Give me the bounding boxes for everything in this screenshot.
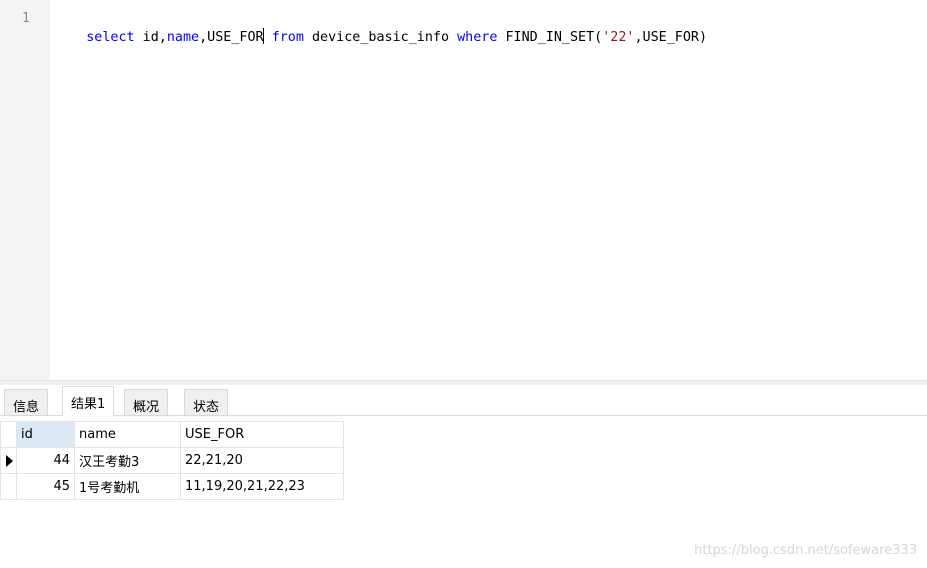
watermark-text: https://blog.csdn.net/sofeware333 — [694, 543, 917, 558]
table-row[interactable]: 45 1号考勤机 11,19,20,21,22,23 — [0, 473, 344, 500]
keyword-select: select — [86, 30, 135, 45]
code-text: id, — [134, 30, 167, 45]
code-text: FIND_IN_SET( — [497, 30, 603, 45]
column-header-id[interactable]: id — [16, 421, 75, 448]
code-text: ,USE_FOR) — [634, 30, 708, 45]
result-tab-bar: 信息 结果1 概况 状态 — [0, 385, 927, 416]
table-row[interactable]: 44 汉王考勤3 22,21,20 — [0, 447, 344, 474]
keyword-where: where — [457, 30, 498, 45]
sql-editor[interactable]: 1 select id,name,USE_FOR from device_bas… — [0, 0, 927, 380]
tab-result-1[interactable]: 结果1 — [62, 386, 115, 416]
code-text: device_basic_info — [303, 30, 458, 45]
current-row-marker — [0, 447, 17, 474]
string-literal: '22' — [602, 30, 635, 45]
sql-code-line[interactable]: select id,name,USE_FOR from device_basic… — [54, 10, 707, 65]
keyword-from: from — [271, 30, 304, 45]
cell-use-for[interactable]: 22,21,20 — [180, 447, 344, 474]
cell-id[interactable]: 44 — [16, 447, 75, 474]
cell-id[interactable]: 45 — [16, 473, 75, 500]
code-text: ,USE_FOR — [199, 30, 264, 45]
result-grid: id name USE_FOR 44 汉王考勤3 22,21,20 45 1号考… — [0, 421, 344, 500]
cell-name[interactable]: 1号考勤机 — [74, 473, 181, 500]
line-number-gutter: 1 — [0, 0, 50, 380]
current-row-arrow-icon — [6, 454, 13, 467]
grid-header-row: id name USE_FOR — [0, 421, 344, 448]
cell-use-for[interactable]: 11,19,20,21,22,23 — [180, 473, 344, 500]
column-header-name[interactable]: name — [74, 421, 181, 448]
keyword-name: name — [166, 30, 200, 45]
tab-overview[interactable]: 概况 — [124, 389, 169, 415]
tab-status[interactable]: 状态 — [184, 389, 229, 415]
row-marker-header — [0, 421, 17, 448]
column-header-use-for[interactable]: USE_FOR — [180, 421, 344, 448]
cell-name[interactable]: 汉王考勤3 — [74, 447, 181, 474]
row-marker — [0, 473, 17, 500]
line-number: 1 — [22, 11, 30, 26]
tab-info[interactable]: 信息 — [4, 389, 49, 415]
